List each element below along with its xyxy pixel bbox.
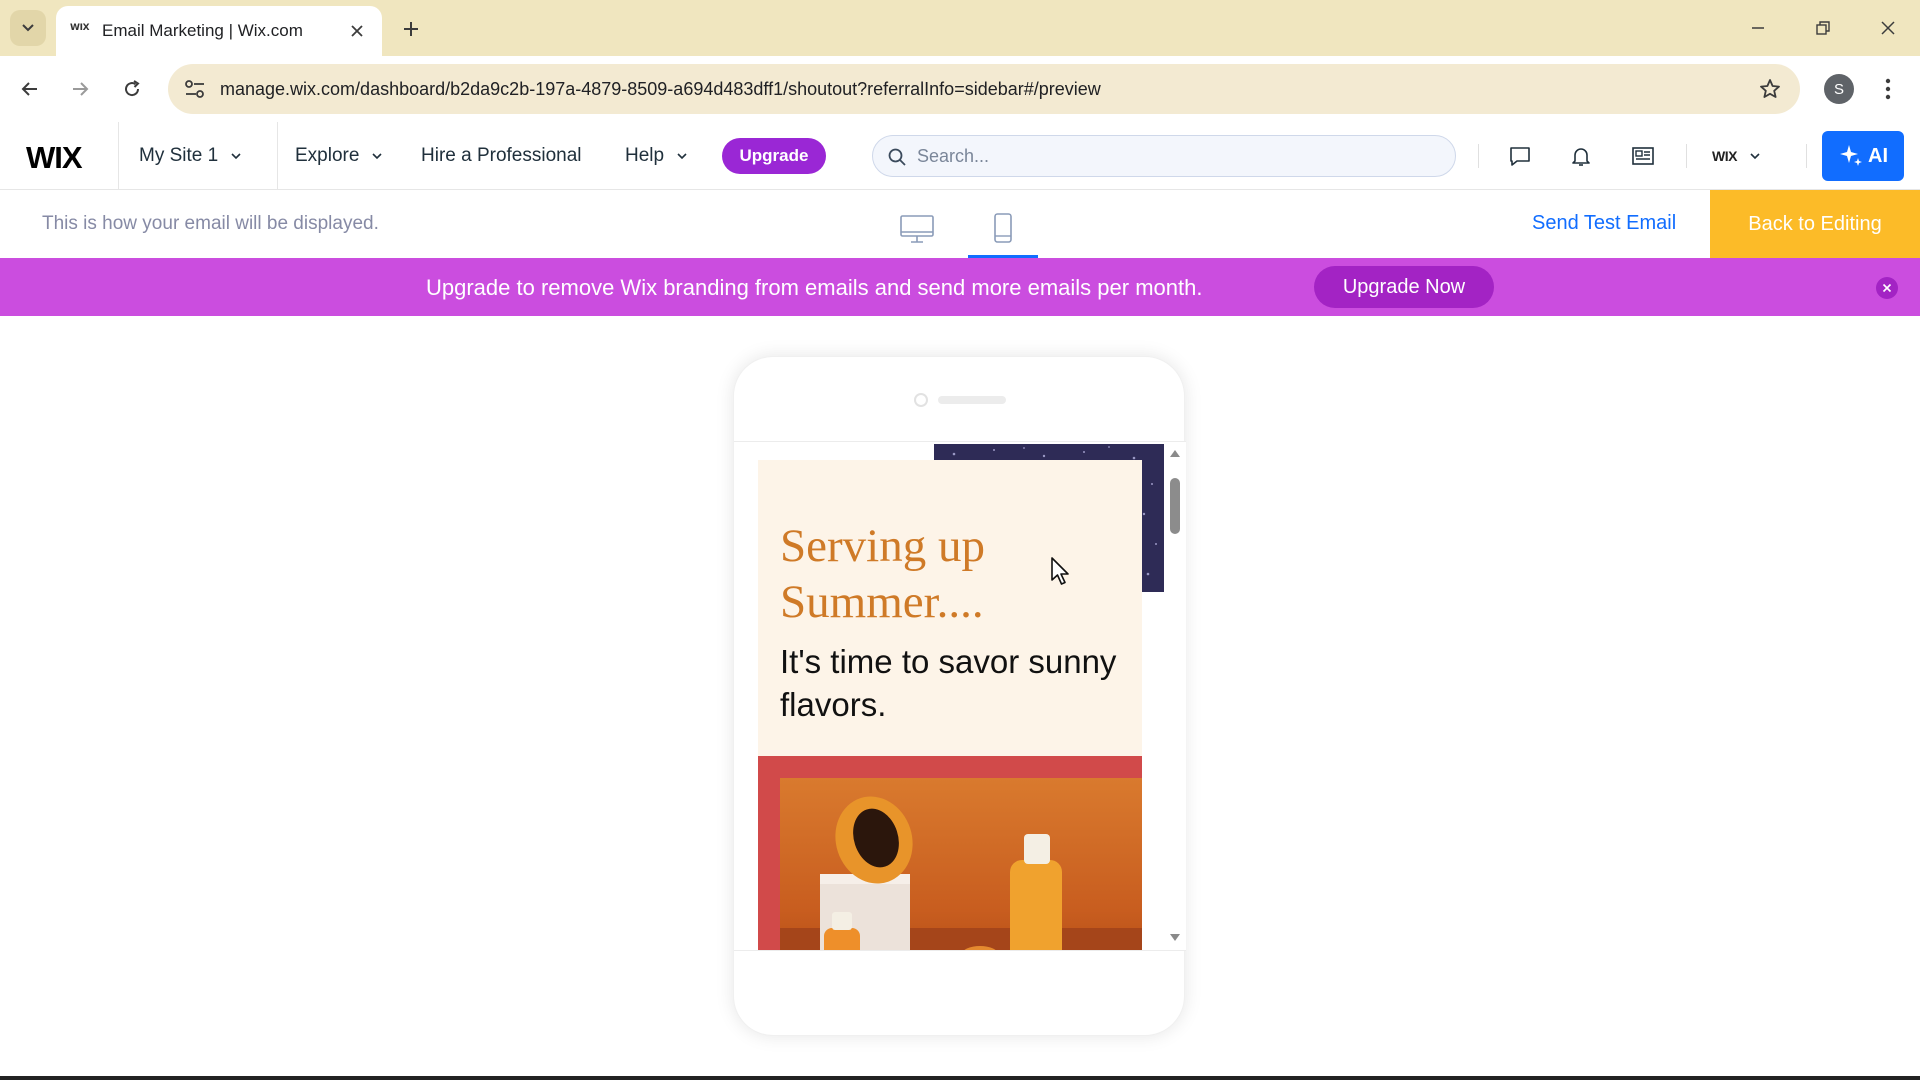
desktop-view-toggle[interactable]: [882, 200, 952, 258]
window-close-button[interactable]: [1868, 10, 1908, 46]
wix-logo[interactable]: WIX: [26, 140, 83, 176]
arrow-right-icon: [73, 82, 89, 96]
email-subheadline: It's time to savor sunny flavors.: [780, 643, 1117, 723]
scrollbar-thumb[interactable]: [1170, 478, 1180, 534]
search-icon: [888, 148, 906, 166]
back-button[interactable]: [12, 71, 48, 107]
ai-label: AI: [1868, 144, 1888, 167]
menu-hire-label: Hire a Professional: [421, 144, 582, 166]
notifications-button[interactable]: [1567, 142, 1595, 170]
mouse-cursor-icon: [1051, 557, 1069, 585]
back-to-editing-button[interactable]: Back to Editing: [1710, 190, 1920, 258]
profile-avatar[interactable]: S: [1824, 74, 1854, 104]
photo-background: [780, 778, 1142, 950]
tab-close-button[interactable]: [346, 20, 368, 42]
preview-hint: This is how your email will be displayed…: [42, 213, 379, 234]
email-hero-block: Serving up Summer.... It's time to savor…: [758, 460, 1142, 756]
chevron-down-icon: [231, 152, 241, 159]
browser-tabstrip: WIX Email Marketing | Wix.com: [0, 0, 1920, 56]
bell-icon: [1572, 148, 1590, 166]
window-restore-button[interactable]: [1803, 10, 1843, 46]
newspaper-icon: [1632, 147, 1654, 165]
search-input[interactable]: [917, 145, 1455, 167]
chevron-down-icon: [372, 152, 382, 159]
restore-icon: [1816, 21, 1830, 35]
chat-button[interactable]: [1506, 142, 1534, 170]
upgrade-now-button[interactable]: Upgrade Now: [1314, 266, 1494, 308]
tab-title: Email Marketing | Wix.com: [102, 21, 303, 40]
wix-favicon-icon: WIX: [70, 23, 90, 33]
arrow-left-icon: [21, 82, 37, 96]
account-switcher[interactable]: WIX: [1712, 144, 1761, 168]
new-tab-button[interactable]: [396, 14, 426, 44]
forward-button[interactable]: [62, 71, 98, 107]
chevron-down-icon: [677, 152, 687, 159]
reload-icon: [125, 80, 140, 97]
screen-bottom-edge: [0, 1076, 1920, 1080]
mobile-view-toggle[interactable]: [968, 200, 1038, 258]
browser-toolbar: manage.wix.com/dashboard/b2da9c2b-197a-4…: [0, 56, 1920, 122]
wix-top-bar: WIX My Site 1 Explore Hire a Professiona…: [0, 122, 1920, 190]
menu-help-label: Help: [625, 144, 665, 166]
toolbar-divider: [1686, 144, 1687, 168]
site-selector[interactable]: My Site 1: [118, 122, 278, 189]
banner-close-button[interactable]: [1876, 277, 1898, 299]
window-minimize-button[interactable]: [1738, 10, 1778, 46]
phone-camera: [914, 393, 928, 407]
preview-header: This is how your email will be displayed…: [0, 190, 1920, 258]
banner-text: Upgrade to remove Wix branding from emai…: [426, 275, 1203, 300]
toolbar-divider: [1478, 144, 1479, 168]
upgrade-banner: Upgrade to remove Wix branding from emai…: [0, 258, 1920, 316]
plus-icon: [404, 22, 418, 36]
phone-preview-frame: Serving up Summer.... It's time to savor…: [733, 356, 1186, 1036]
close-icon: [1882, 283, 1892, 293]
reload-button[interactable]: [114, 71, 150, 107]
menu-explore-label: Explore: [295, 144, 360, 166]
menu-explore[interactable]: Explore: [295, 122, 383, 189]
kebab-icon: [1885, 78, 1891, 100]
preview-scrollbar[interactable]: [1164, 442, 1186, 950]
send-test-email-button[interactable]: Send Test Email: [1532, 212, 1676, 235]
close-icon: [1881, 21, 1895, 35]
apps-button[interactable]: [1629, 142, 1657, 170]
email-preview-screen[interactable]: Serving up Summer.... It's time to savor…: [734, 441, 1186, 951]
upgrade-button[interactable]: Upgrade: [722, 138, 826, 174]
site-name: My Site 1: [139, 144, 219, 166]
url-text: manage.wix.com/dashboard/b2da9c2b-197a-4…: [220, 78, 1101, 99]
chevron-down-icon: [1750, 153, 1760, 160]
dashboard-search[interactable]: [872, 135, 1456, 177]
phone-speaker: [938, 396, 1006, 404]
monitor-icon: [900, 215, 934, 243]
phone-icon: [994, 212, 1012, 243]
star-icon[interactable]: [1758, 77, 1782, 101]
tab-list-button[interactable]: [10, 10, 46, 46]
papaya-juice-image: [780, 796, 1142, 950]
sparkle-icon: [1840, 145, 1862, 166]
address-bar[interactable]: manage.wix.com/dashboard/b2da9c2b-197a-4…: [168, 64, 1800, 114]
scroll-up-arrow-icon[interactable]: [1170, 450, 1180, 457]
tune-icon[interactable]: [182, 77, 208, 101]
email-product-photo: [758, 756, 1142, 950]
ai-assistant-button[interactable]: AI: [1822, 131, 1904, 181]
browser-tab-active[interactable]: WIX Email Marketing | Wix.com: [56, 6, 382, 56]
chevron-down-icon: [22, 24, 34, 32]
toolbar-divider: [1806, 144, 1807, 168]
browser-menu-button[interactable]: [1876, 74, 1900, 104]
minimize-icon: [1752, 27, 1764, 29]
account-label: WIX: [1712, 148, 1737, 164]
scroll-down-arrow-icon[interactable]: [1170, 934, 1180, 941]
menu-help[interactable]: Help: [625, 122, 688, 189]
menu-hire-professional[interactable]: Hire a Professional: [421, 122, 582, 189]
chat-icon: [1510, 147, 1530, 166]
close-icon: [351, 25, 363, 37]
